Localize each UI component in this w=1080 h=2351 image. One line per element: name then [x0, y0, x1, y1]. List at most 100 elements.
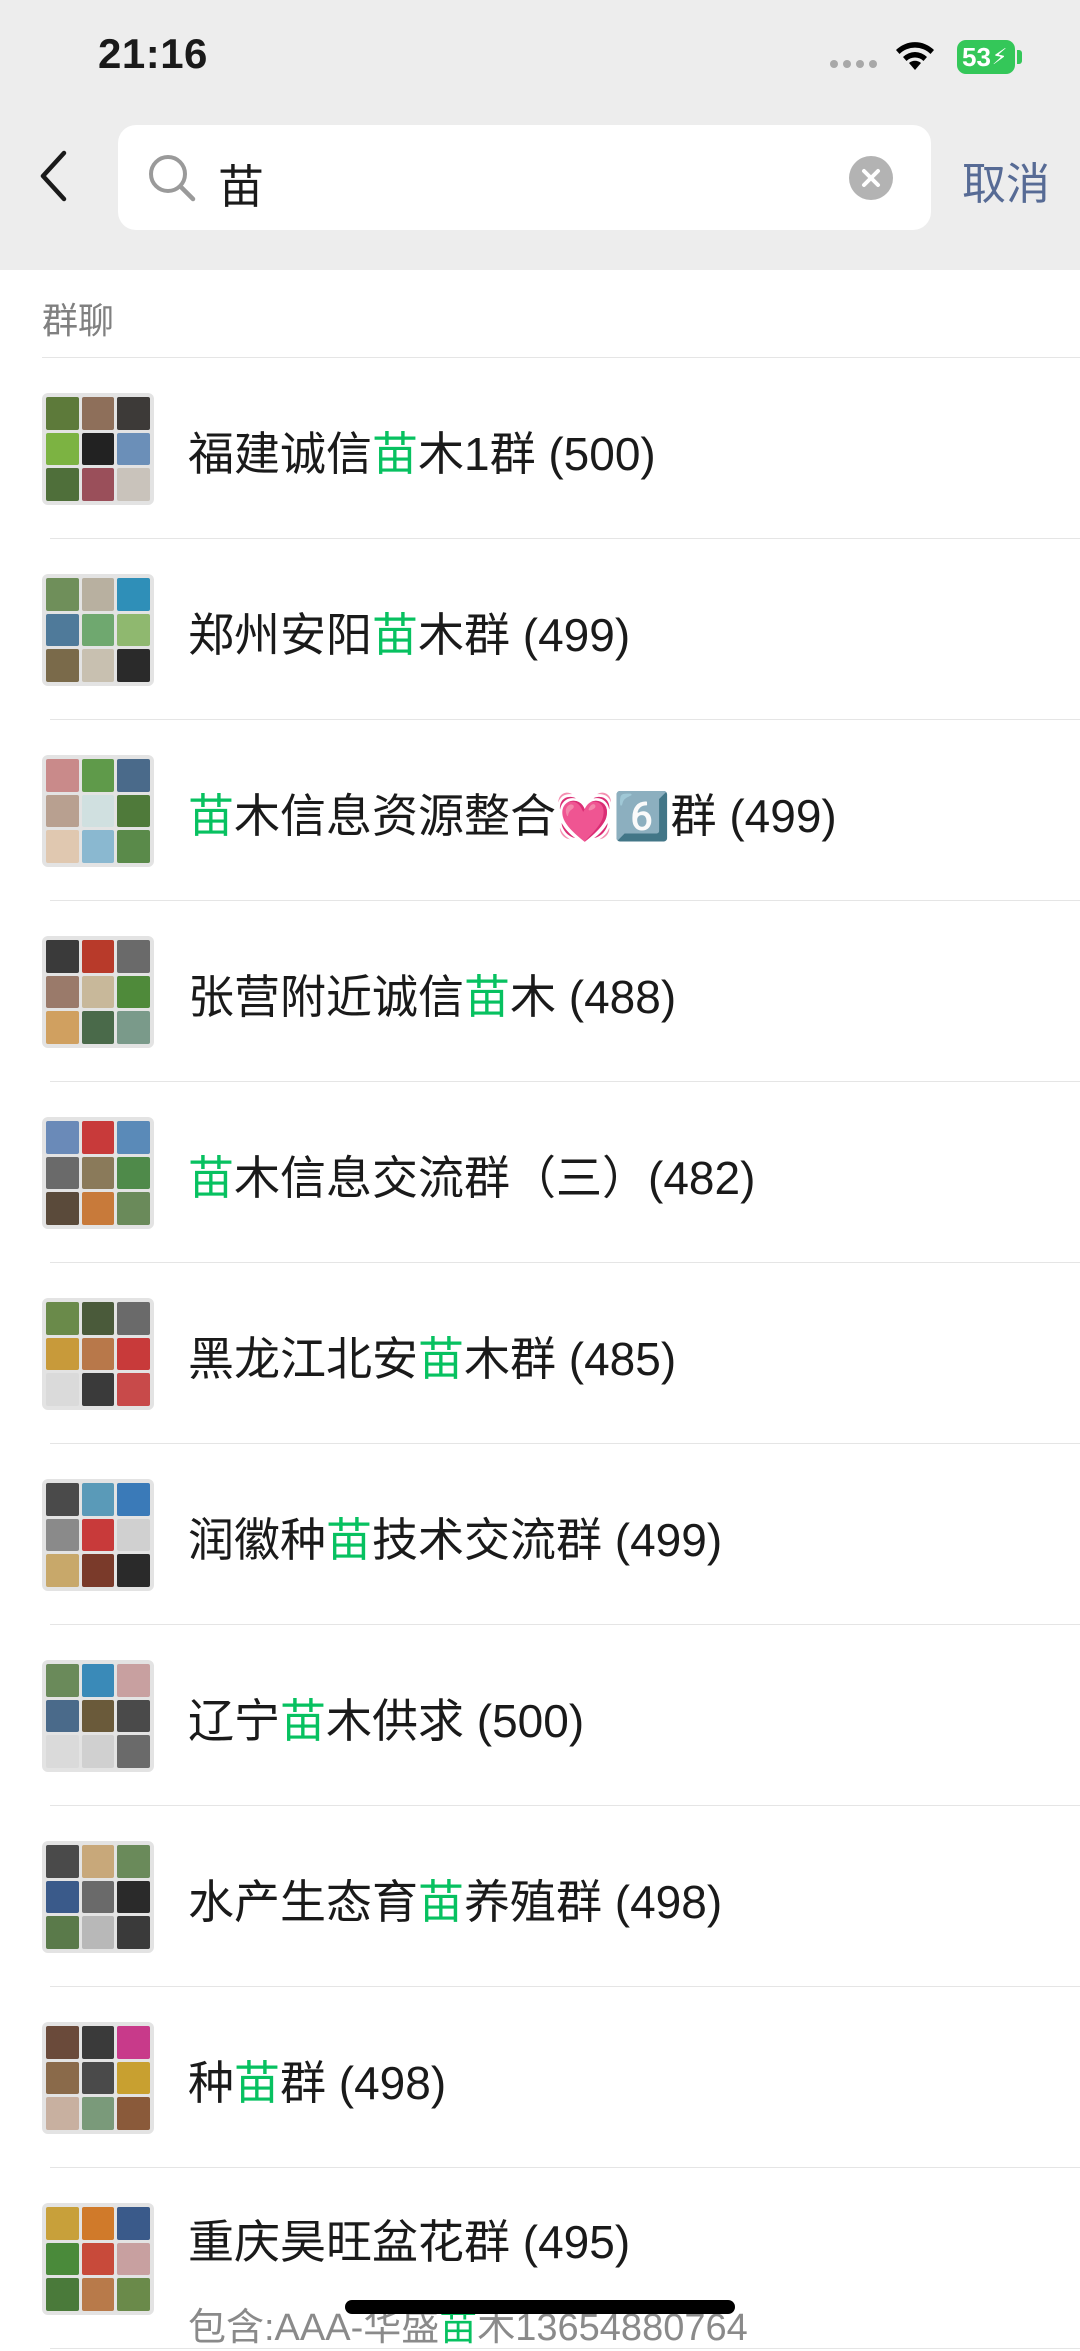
group-name-suffix: 木信息资源整合💓6️⃣群 (499) — [234, 790, 837, 842]
group-name-match: 苗 — [372, 609, 418, 661]
group-chat-row[interactable]: 重庆昊旺盆花群 (495) 包含:AAA-华盛苗木13654880764 — [0, 2168, 1080, 2349]
avatar-tile — [117, 649, 150, 682]
group-name: 福建诚信苗木1群 (500) — [188, 418, 656, 484]
avatar-tile — [46, 1337, 79, 1371]
avatar-tile — [46, 578, 79, 611]
group-name-match: 苗 — [418, 1333, 464, 1385]
avatar-tile — [81, 649, 115, 682]
group-name-match: 苗 — [418, 1876, 464, 1928]
avatar-tile — [46, 2242, 79, 2276]
group-name-suffix: 养殖群 (498) — [464, 1876, 723, 1928]
avatar-tile — [81, 759, 115, 792]
group-name-match: 苗 — [464, 971, 510, 1023]
avatar-tile — [117, 794, 150, 828]
avatar-tile — [117, 1845, 150, 1878]
group-name-prefix: 重庆昊旺盆花群 (495) — [188, 2216, 631, 2268]
avatar-tile — [46, 2026, 79, 2059]
group-name-suffix: 木1群 (500) — [418, 428, 656, 480]
avatar-tile — [46, 940, 79, 973]
battery-icon: 53 ⚡ — [957, 40, 1015, 74]
avatar-tile — [81, 1664, 115, 1697]
avatar-tile — [81, 432, 115, 466]
search-bar[interactable]: 苗 — [118, 125, 931, 230]
avatar-tile — [117, 1699, 150, 1733]
avatar-tile — [81, 468, 115, 501]
avatar-tile — [117, 468, 150, 501]
avatar-tile — [81, 2278, 115, 2311]
avatar-tile — [117, 1916, 150, 1949]
row-divider — [50, 2348, 1080, 2349]
group-name-suffix: 木供求 (500) — [326, 1695, 585, 1747]
search-icon — [149, 155, 196, 202]
avatar-tile — [46, 1156, 79, 1190]
avatar-tile — [117, 613, 150, 647]
avatar-tile — [46, 1373, 79, 1406]
cancel-button[interactable]: 取消 — [962, 148, 1050, 212]
back-chevron-icon[interactable] — [38, 150, 68, 202]
group-chat-row[interactable]: 福建诚信苗木1群 (500) — [0, 358, 1080, 539]
group-name: 水产生态育苗养殖群 (498) — [188, 1866, 722, 1932]
group-name: 苗木信息交流群（三）(482) — [188, 1142, 755, 1208]
avatar-tile — [117, 2061, 150, 2095]
avatar-tile — [46, 613, 79, 647]
avatar-tile — [81, 2207, 115, 2240]
group-chat-row[interactable]: 苗木信息资源整合💓6️⃣群 (499) — [0, 720, 1080, 901]
search-input[interactable]: 苗 — [218, 151, 264, 217]
section-header-group-chats: 群聊 — [42, 300, 115, 341]
avatar-tile — [81, 1554, 115, 1587]
avatar-tile — [117, 1373, 150, 1406]
group-name-suffix: 木群 (499) — [418, 609, 631, 661]
avatar-tile — [81, 1845, 115, 1878]
avatar-tile — [117, 2278, 150, 2311]
group-name-suffix: 群 (498) — [280, 2057, 447, 2109]
avatar-tile — [81, 1121, 115, 1154]
avatar-tile — [117, 2026, 150, 2059]
avatar-tile — [117, 2242, 150, 2276]
group-chat-row[interactable]: 黑龙江北安苗木群 (485) — [0, 1263, 1080, 1444]
group-chat-row[interactable]: 苗木信息交流群（三）(482) — [0, 1082, 1080, 1263]
clear-search-icon[interactable] — [848, 155, 894, 201]
avatar-tile — [81, 1916, 115, 1949]
battery-tip — [1017, 50, 1022, 64]
avatar-tile — [117, 2207, 150, 2240]
group-name-suffix: 木群 (485) — [464, 1333, 677, 1385]
group-chat-row[interactable]: 辽宁苗木供求 (500) — [0, 1625, 1080, 1806]
avatar-tile — [117, 1156, 150, 1190]
battery-level: 53 — [962, 41, 991, 72]
group-chat-row[interactable]: 郑州安阳苗木群 (499) — [0, 539, 1080, 720]
group-avatar — [42, 755, 154, 867]
group-avatar — [42, 2022, 154, 2134]
group-name-match: 苗 — [188, 790, 234, 842]
cellular-signal-icon — [830, 60, 877, 68]
avatar-tile — [117, 1518, 150, 1552]
group-name: 润徽种苗技术交流群 (499) — [188, 1504, 722, 1570]
status-time: 21:16 — [98, 30, 208, 77]
avatar-tile — [46, 1845, 79, 1878]
group-name-prefix: 张营附近诚信 — [188, 971, 464, 1023]
group-chat-row[interactable]: 种苗群 (498) — [0, 1987, 1080, 2168]
avatar-tile — [46, 1735, 79, 1768]
avatar-tile — [46, 2207, 79, 2240]
group-name-match: 苗 — [280, 1695, 326, 1747]
group-chat-row[interactable]: 润徽种苗技术交流群 (499) — [0, 1444, 1080, 1625]
avatar-tile — [81, 1192, 115, 1225]
group-name: 重庆昊旺盆花群 (495) — [188, 2206, 630, 2272]
avatar-tile — [46, 2278, 79, 2311]
group-name-prefix: 辽宁 — [188, 1695, 280, 1747]
avatar-tile — [46, 1192, 79, 1225]
avatar-tile — [81, 1373, 115, 1406]
avatar-tile — [81, 794, 115, 828]
avatar-tile — [81, 2097, 115, 2130]
group-avatar — [42, 2203, 154, 2315]
group-name: 苗木信息资源整合💓6️⃣群 (499) — [188, 780, 837, 846]
avatar-tile — [117, 759, 150, 792]
group-chat-row[interactable]: 水产生态育苗养殖群 (498) — [0, 1806, 1080, 1987]
avatar-tile — [81, 1337, 115, 1371]
avatar-tile — [81, 1735, 115, 1768]
avatar-tile — [81, 613, 115, 647]
group-chat-row[interactable]: 张营附近诚信苗木 (488) — [0, 901, 1080, 1082]
group-avatar — [42, 393, 154, 505]
avatar-tile — [46, 397, 79, 430]
avatar-tile — [81, 1156, 115, 1190]
avatar-tile — [46, 1554, 79, 1587]
